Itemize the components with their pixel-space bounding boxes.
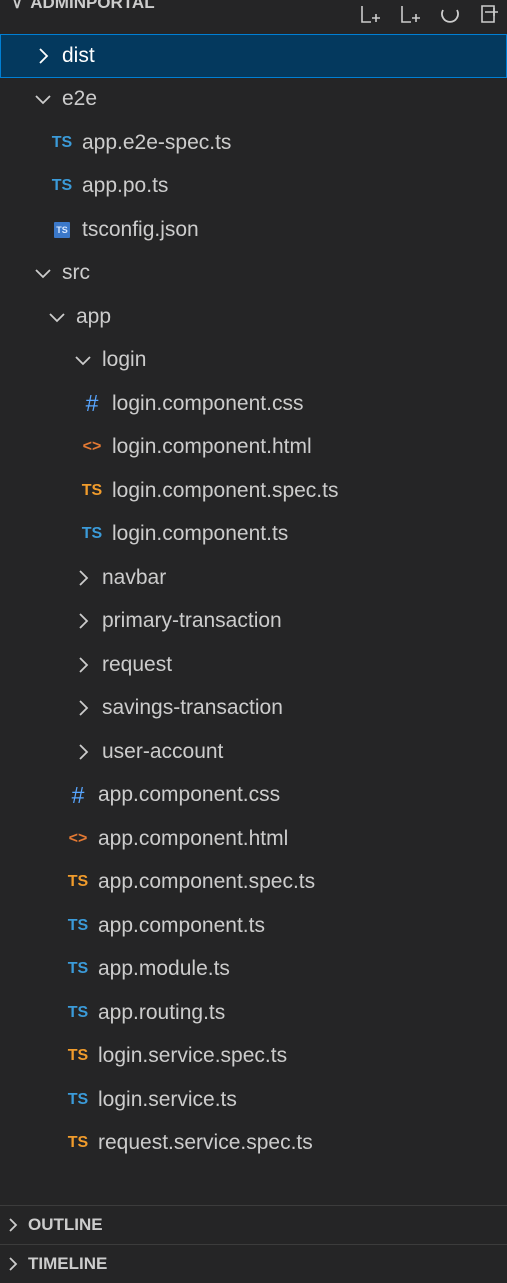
- folder-item[interactable]: request: [0, 643, 507, 687]
- folder-item[interactable]: primary-transaction: [0, 600, 507, 644]
- tree-item-label: login.service.spec.ts: [98, 1044, 288, 1068]
- typescript-icon: TS: [51, 133, 73, 151]
- tree-item-label: app.component.html: [98, 826, 289, 850]
- tree-item-label: login.component.css: [112, 391, 304, 415]
- file-item[interactable]: TS login.service.ts: [0, 1078, 507, 1122]
- chevron-right-icon: [79, 570, 89, 586]
- timeline-label: TIMELINE: [28, 1253, 108, 1273]
- collapse-all-icon[interactable]: [479, 4, 501, 26]
- tree-item-label: request.service.spec.ts: [98, 1131, 313, 1155]
- file-item[interactable]: TS app.component.ts: [0, 904, 507, 948]
- file-item[interactable]: TS app.e2e-spec.ts: [0, 121, 507, 165]
- typescript-test-icon: TS: [67, 873, 89, 891]
- typescript-icon: TS: [51, 177, 73, 195]
- chevron-right-icon: [9, 1256, 18, 1271]
- chevron-right-icon: [9, 1217, 18, 1232]
- typescript-test-icon: TS: [67, 1047, 89, 1065]
- tree-item-label: dist: [62, 43, 95, 67]
- tree-item-label: navbar: [102, 565, 167, 589]
- file-item[interactable]: TS login.component.ts: [0, 513, 507, 557]
- typescript-test-icon: TS: [81, 481, 103, 499]
- chevron-right-icon: [79, 613, 89, 629]
- typescript-icon: TS: [67, 1003, 89, 1021]
- tree-item-label: login.service.ts: [98, 1087, 237, 1111]
- outline-section-header[interactable]: OUTLINE: [0, 1205, 507, 1243]
- chevron-down-icon: [49, 313, 65, 323]
- folder-item[interactable]: app: [0, 295, 507, 339]
- file-tree: dist e2e TS app.e2e-spec.ts TS app.po.ts TS tsc…: [0, 34, 507, 1165]
- tsconfig-icon: TS: [54, 221, 70, 238]
- folder-item[interactable]: navbar: [0, 556, 507, 600]
- tree-item-label: request: [102, 652, 173, 676]
- file-item[interactable]: TS app.po.ts: [0, 165, 507, 209]
- tree-item-label: login.component.html: [112, 435, 312, 459]
- tree-item-label: tsconfig.json: [82, 217, 199, 241]
- folder-item[interactable]: dist: [0, 34, 507, 78]
- chevron-right-icon: [79, 657, 89, 673]
- explorer-actions: [359, 4, 501, 26]
- chevron-right-icon: [39, 48, 49, 64]
- new-folder-icon[interactable]: [399, 4, 421, 26]
- folder-item[interactable]: user-account: [0, 730, 507, 774]
- tree-item-label: app.component.spec.ts: [98, 870, 316, 894]
- tree-item-label: login.component.spec.ts: [112, 478, 339, 502]
- css-icon: #: [71, 781, 85, 808]
- explorer-title: ADMINPORTAL: [30, 0, 155, 12]
- typescript-test-icon: TS: [67, 1134, 89, 1152]
- file-item[interactable]: TS tsconfig.json: [0, 208, 507, 252]
- chevron-down-icon: [75, 356, 91, 366]
- file-item[interactable]: <> login.component.html: [0, 426, 507, 470]
- html-icon: <>: [68, 829, 88, 847]
- outline-label: OUTLINE: [28, 1214, 103, 1234]
- tree-item-label: app: [76, 304, 112, 328]
- folder-item[interactable]: e2e: [0, 78, 507, 122]
- typescript-icon: TS: [67, 916, 89, 934]
- explorer-panel: ∨ ADMINPORTAL dist e2e TS app.e2e-spec.ts TS…: [0, 0, 507, 1283]
- chevron-right-icon: [79, 744, 89, 760]
- folder-item[interactable]: login: [0, 339, 507, 383]
- chevron-down-icon: ∨: [12, 0, 23, 11]
- tree-item-label: src: [62, 261, 90, 285]
- typescript-icon: TS: [67, 1090, 89, 1108]
- tree-item-label: app.po.ts: [82, 174, 169, 198]
- tree-item-label: app.module.ts: [98, 957, 230, 981]
- folder-item[interactable]: savings-transaction: [0, 687, 507, 731]
- chevron-down-icon: [35, 95, 51, 105]
- typescript-icon: TS: [67, 960, 89, 978]
- typescript-icon: TS: [81, 525, 103, 543]
- tree-item-label: app.routing.ts: [98, 1000, 226, 1024]
- tree-item-label: app.e2e-spec.ts: [82, 130, 232, 154]
- tree-item-label: app.component.ts: [98, 913, 265, 937]
- chevron-right-icon: [79, 700, 89, 716]
- folder-item[interactable]: src: [0, 252, 507, 296]
- tree-item-label: login: [102, 348, 147, 372]
- tree-item-label: savings-transaction: [102, 696, 283, 720]
- file-item[interactable]: TS request.service.spec.ts: [0, 1122, 507, 1166]
- tree-item-label: primary-transaction: [102, 609, 282, 633]
- css-icon: #: [85, 390, 99, 417]
- file-item[interactable]: TS app.routing.ts: [0, 991, 507, 1035]
- tree-item-label: user-account: [102, 739, 224, 763]
- tree-item-label: e2e: [62, 87, 98, 111]
- file-item[interactable]: # app.component.css: [0, 774, 507, 818]
- file-item[interactable]: <> app.component.html: [0, 817, 507, 861]
- refresh-icon[interactable]: [439, 4, 461, 26]
- html-icon: <>: [82, 438, 102, 456]
- timeline-section-header[interactable]: TIMELINE: [0, 1244, 507, 1282]
- file-item[interactable]: TS login.service.spec.ts: [0, 1035, 507, 1079]
- file-item[interactable]: TS app.module.ts: [0, 948, 507, 992]
- new-file-icon[interactable]: [359, 4, 381, 26]
- file-item[interactable]: TS app.component.spec.ts: [0, 861, 507, 905]
- chevron-down-icon: [35, 269, 51, 279]
- file-item[interactable]: # login.component.css: [0, 382, 507, 426]
- tree-item-label: login.component.ts: [112, 522, 289, 546]
- file-item[interactable]: TS login.component.spec.ts: [0, 469, 507, 513]
- tree-item-label: app.component.css: [98, 783, 281, 807]
